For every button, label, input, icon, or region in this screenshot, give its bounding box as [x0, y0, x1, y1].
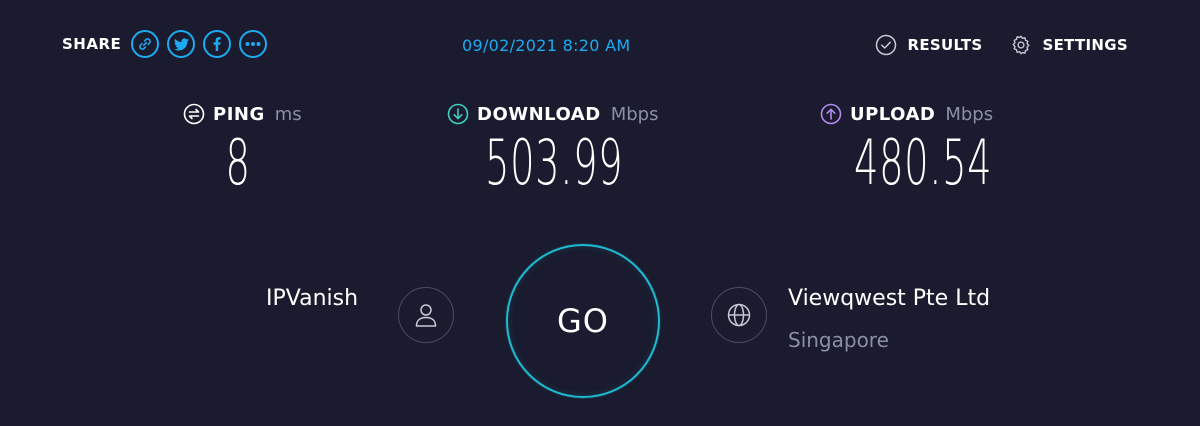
gear-icon [1013, 35, 1030, 55]
check-circle-icon [876, 34, 897, 56]
ping-icon [183, 103, 205, 125]
go-button[interactable]: GO [506, 244, 660, 398]
settings-label: SETTINGS [1042, 36, 1128, 54]
download-header: DOWNLOAD Mbps [447, 100, 687, 128]
ping-header: PING ms [183, 100, 313, 128]
share-facebook-button[interactable] [203, 30, 232, 58]
download-arrow-icon [447, 103, 469, 125]
upload-label: UPLOAD [850, 103, 936, 125]
link-icon [139, 38, 152, 50]
more-icon [245, 42, 261, 46]
ping-label: PING [213, 103, 265, 125]
upload-unit: Mbps [945, 103, 994, 125]
download-label: DOWNLOAD [477, 103, 601, 125]
share-link-button[interactable] [131, 30, 160, 58]
provider-name[interactable]: IPVanish [266, 286, 358, 311]
download-value: 503.99 [485, 126, 624, 199]
header-nav: RESULTS SETTINGS [875, 34, 1128, 56]
results-link[interactable]: RESULTS [875, 34, 982, 56]
test-timestamp: 09/02/2021 8:20 AM [462, 36, 631, 55]
share-more-button[interactable] [239, 30, 268, 58]
share-twitter-button[interactable] [167, 30, 196, 58]
results-label: RESULTS [907, 36, 983, 54]
facebook-icon [213, 37, 221, 51]
server-globe[interactable] [711, 287, 767, 343]
globe-icon [727, 303, 751, 327]
server-location[interactable]: Singapore [788, 328, 889, 352]
ping-unit: ms [274, 103, 302, 125]
download-unit: Mbps [610, 103, 659, 125]
share-bar: SHARE [62, 30, 268, 58]
upload-value: 480.54 [854, 126, 993, 199]
upload-arrow-icon [820, 103, 842, 125]
user-icon [415, 304, 437, 327]
settings-link[interactable]: SETTINGS [1010, 34, 1128, 56]
ping-value: 8 [225, 126, 251, 199]
share-label: SHARE [62, 35, 122, 53]
upload-header: UPLOAD Mbps [820, 100, 1020, 128]
ping-metric: PING ms 8 [183, 100, 313, 198]
server-name[interactable]: Viewqwest Pte Ltd [788, 286, 990, 311]
provider-avatar[interactable] [398, 287, 454, 343]
go-label: GO [557, 302, 609, 340]
download-metric: DOWNLOAD Mbps 503.99 [447, 100, 687, 198]
twitter-icon [173, 37, 189, 50]
upload-metric: UPLOAD Mbps 480.54 [820, 100, 1020, 198]
